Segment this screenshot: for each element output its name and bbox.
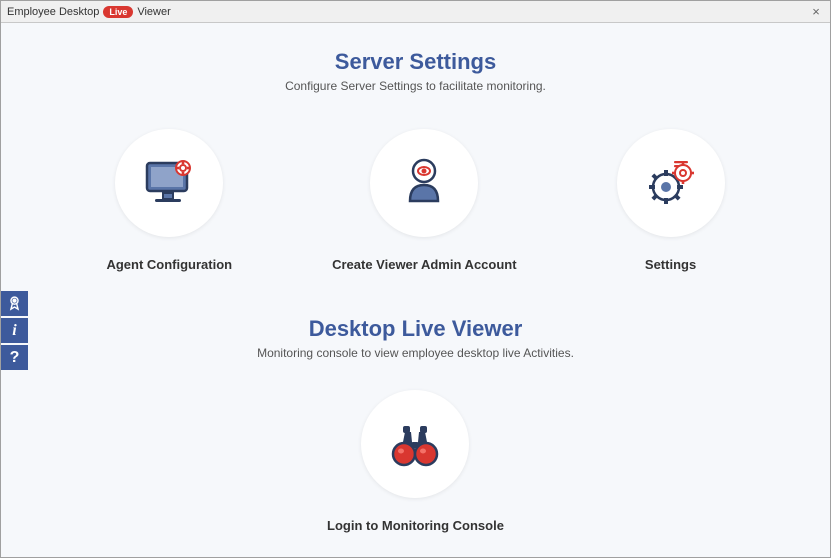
desktop-viewer-title: Desktop Live Viewer (257, 316, 574, 342)
help-icon[interactable]: ? (1, 345, 28, 370)
app-title: Employee Desktop Live Viewer (7, 6, 171, 18)
settings-card[interactable]: Settings (617, 129, 725, 272)
login-console-label: Login to Monitoring Console (327, 518, 504, 533)
main-page: Server Settings Configure Server Setting… (1, 23, 830, 533)
settings-label: Settings (645, 257, 696, 272)
binoculars-icon (361, 390, 469, 498)
settings-gear-icon (617, 129, 725, 237)
server-cards-row: Agent Configuration Create Viewer Admin … (106, 129, 724, 272)
admin-user-icon (370, 129, 478, 237)
side-tabs: i ? (1, 291, 28, 370)
agent-configuration-card[interactable]: Agent Configuration (106, 129, 232, 272)
close-button[interactable]: × (808, 4, 824, 19)
server-settings-title: Server Settings (335, 49, 496, 75)
create-admin-label: Create Viewer Admin Account (332, 257, 516, 272)
create-admin-card[interactable]: Create Viewer Admin Account (332, 129, 516, 272)
login-console-card[interactable]: Login to Monitoring Console (327, 390, 504, 533)
live-badge: Live (103, 6, 133, 18)
info-icon[interactable]: i (1, 318, 28, 343)
app-window: Employee Desktop Live Viewer × i ? Serve… (0, 0, 831, 558)
viewer-section: Desktop Live Viewer Monitoring console t… (257, 316, 574, 360)
title-pre: Employee Desktop (7, 6, 99, 18)
content-area: i ? Server Settings Configure Server Set… (1, 23, 830, 557)
desktop-viewer-subtitle: Monitoring console to view employee desk… (257, 346, 574, 360)
title-post: Viewer (137, 6, 170, 18)
agent-configuration-label: Agent Configuration (106, 257, 232, 272)
monitor-icon (115, 129, 223, 237)
title-bar: Employee Desktop Live Viewer × (1, 1, 830, 23)
server-settings-subtitle: Configure Server Settings to facilitate … (285, 79, 546, 93)
ribbon-icon[interactable] (1, 291, 28, 316)
